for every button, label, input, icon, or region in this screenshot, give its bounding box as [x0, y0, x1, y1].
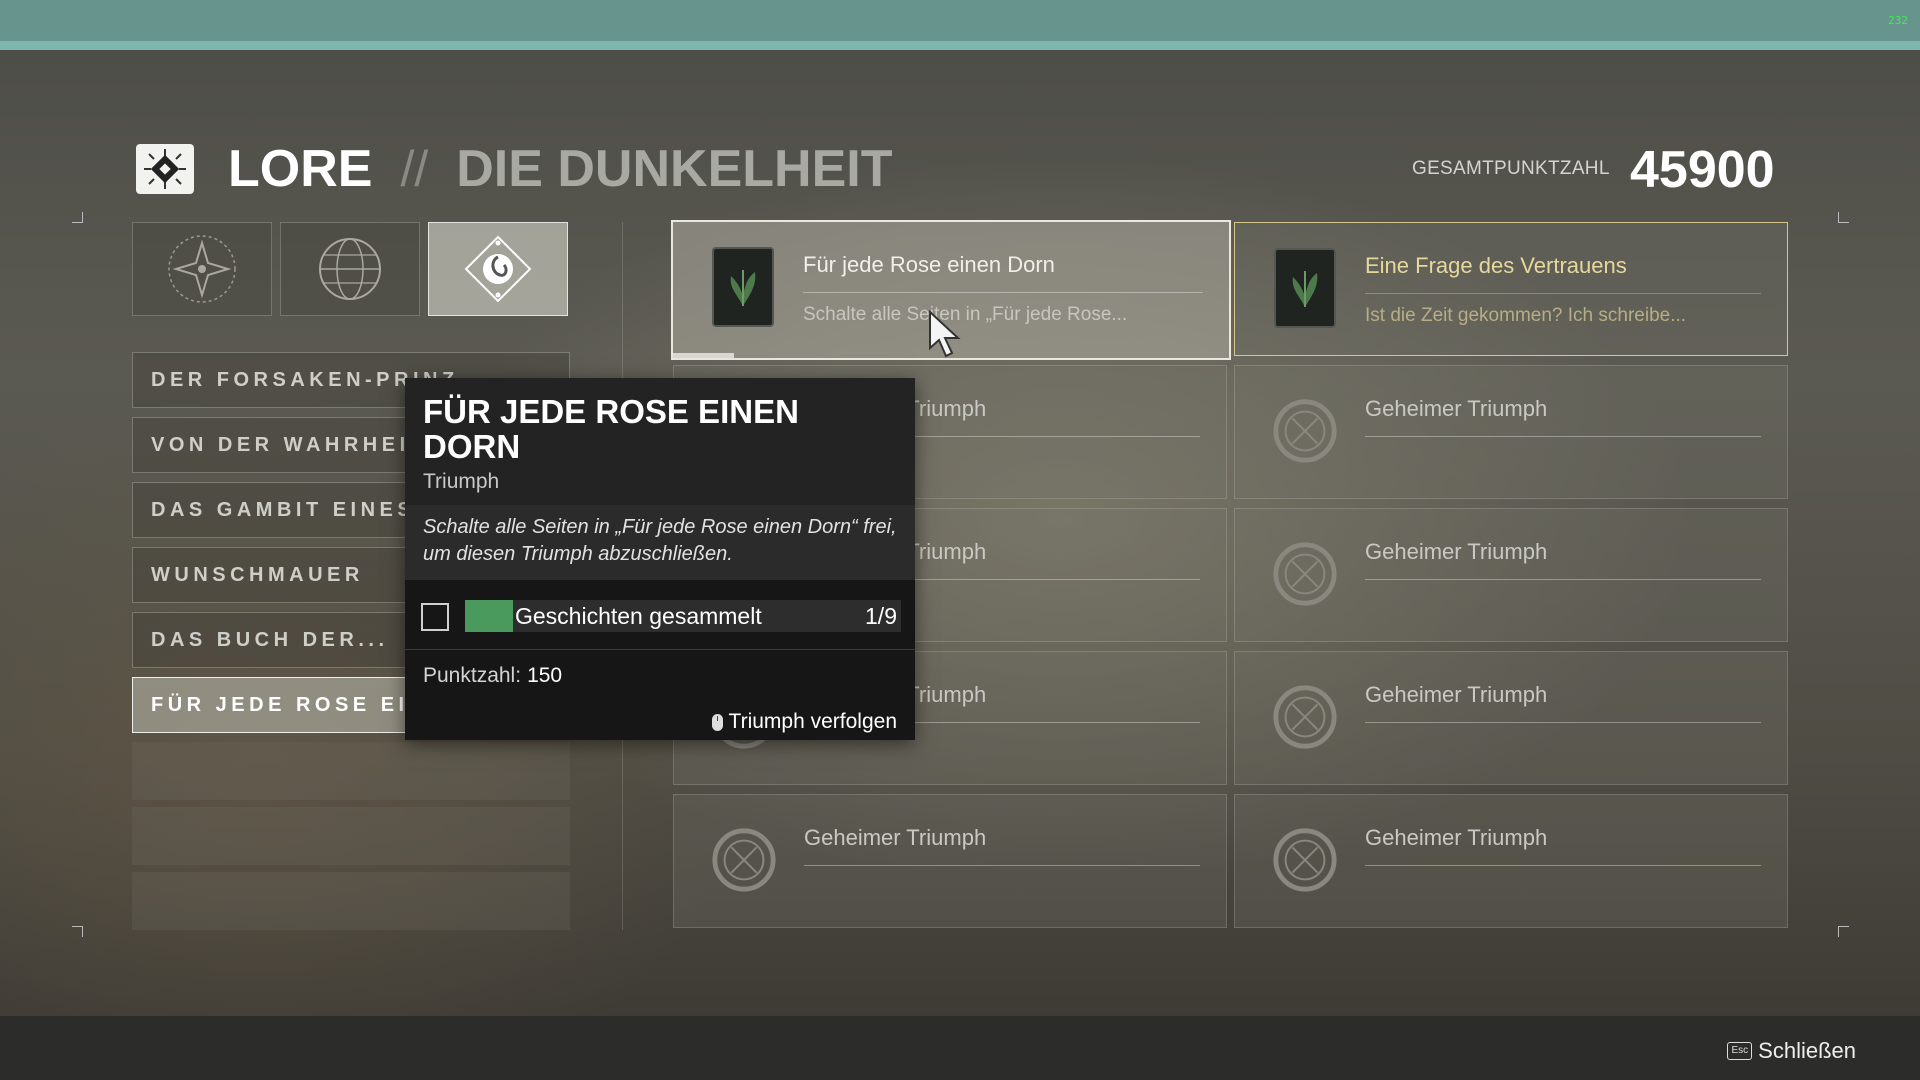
secret-icon: [1271, 674, 1339, 760]
card-description: Schalte alle Seiten in „Für jede Rose...: [803, 304, 1128, 325]
secret-triumph-card[interactable]: Geheimer Triumph: [1234, 794, 1788, 928]
card-title: Geheimer Triumph: [1365, 539, 1548, 564]
total-score-value: 45900: [1630, 141, 1775, 199]
secret-triumph-card[interactable]: Geheimer Triumph: [1234, 508, 1788, 642]
menu-empty-slot: [132, 742, 570, 800]
menu-empty-slot: [132, 807, 570, 865]
tooltip-score-value: 150: [527, 664, 563, 687]
page-subtitle: DIE DUNKELHEIT: [456, 140, 893, 198]
card-divider: [1365, 865, 1761, 866]
card-divider: [1365, 722, 1761, 723]
triumph-card[interactable]: Eine Frage des Vertrauens Ist die Zeit g…: [1234, 222, 1788, 356]
card-title: Geheimer Triumph: [804, 825, 987, 850]
objective-progress-fill: [465, 600, 514, 632]
close-button[interactable]: Esc Schließen: [1727, 1038, 1856, 1064]
secret-triumph-card[interactable]: Geheimer Triumph: [1234, 651, 1788, 785]
objective-progress-bar: Geschichten gesammelt 1/9: [465, 600, 901, 632]
tooltip-title: FÜR JEDE ROSE EINEN DORN: [423, 393, 799, 465]
objective-row: Geschichten gesammelt 1/9: [421, 600, 901, 632]
objective-label: Geschichten gesammelt: [515, 603, 762, 629]
secret-icon: [1271, 388, 1339, 474]
objective-checkbox: [421, 603, 449, 631]
card-title: Für jede Rose einen Dorn: [803, 252, 1055, 277]
card-title: Geheimer Triumph: [1365, 682, 1548, 707]
triumph-tooltip: FÜR JEDE ROSE EINEN DORN Triumph Schalte…: [405, 378, 915, 740]
card-divider: [803, 292, 1203, 293]
globe-emblem-icon: [319, 238, 381, 300]
frame-corner: [1838, 212, 1849, 223]
secret-triumph-card[interactable]: Geheimer Triumph: [1234, 365, 1788, 499]
frame-corner: [1838, 926, 1849, 937]
tooltip-score: Punktzahl: 150: [423, 664, 562, 688]
mouse-icon: [711, 713, 723, 731]
darkness-emblem-icon: [464, 235, 532, 303]
total-score-label: GESAMTPUNKTZAHL: [1412, 158, 1610, 179]
objective-value: 1/9: [865, 603, 897, 629]
card-divider: [1365, 579, 1761, 580]
book-icon: [709, 244, 777, 330]
secret-icon: [1271, 817, 1339, 903]
card-divider: [1365, 436, 1761, 437]
mouse-cursor-icon: [929, 310, 961, 358]
track-triumph-action[interactable]: Triumph verfolgen: [711, 710, 897, 734]
book-icon: [1271, 245, 1339, 331]
frame-corner: [72, 212, 83, 223]
frame-corner: [72, 926, 83, 937]
card-divider: [804, 865, 1200, 866]
close-label: Schließen: [1758, 1038, 1856, 1063]
page-title: LORE: [228, 140, 373, 198]
tab-globe[interactable]: [280, 222, 420, 316]
star-emblem-icon: [168, 235, 236, 303]
title-separator: //: [400, 141, 429, 197]
tooltip-type: Triumph: [423, 470, 500, 493]
card-title: Eine Frage des Vertrauens: [1365, 253, 1627, 278]
fps-counter: 232: [1888, 14, 1908, 27]
secret-icon: [1271, 531, 1339, 617]
top-bar: [0, 0, 1920, 44]
esc-key-icon: Esc: [1727, 1042, 1753, 1060]
secret-triumph-card[interactable]: Geheimer Triumph: [673, 794, 1227, 928]
track-triumph-label: Triumph verfolgen: [728, 710, 897, 733]
menu-empty-slot: [132, 872, 570, 930]
tooltip-description: Schalte alle Seiten in „Für jede Rose ei…: [423, 516, 897, 565]
footer-bar: [0, 1016, 1920, 1080]
card-description: Ist die Zeit gekommen? Ich schreibe...: [1365, 305, 1687, 326]
tooltip-divider: [405, 649, 915, 650]
top-bar-accent: [0, 41, 1920, 50]
tooltip-score-label: Punktzahl:: [423, 664, 522, 687]
card-divider: [1365, 293, 1761, 294]
tab-star[interactable]: [132, 222, 272, 316]
tab-darkness[interactable]: [428, 222, 568, 316]
page-header: LORE // DIE DUNKELHEIT: [134, 134, 893, 204]
secret-icon: [710, 817, 778, 903]
card-title: Geheimer Triumph: [1365, 396, 1548, 421]
lore-book-icon: [136, 144, 194, 194]
card-progress-bar: [673, 353, 735, 358]
card-title: Geheimer Triumph: [1365, 825, 1548, 850]
